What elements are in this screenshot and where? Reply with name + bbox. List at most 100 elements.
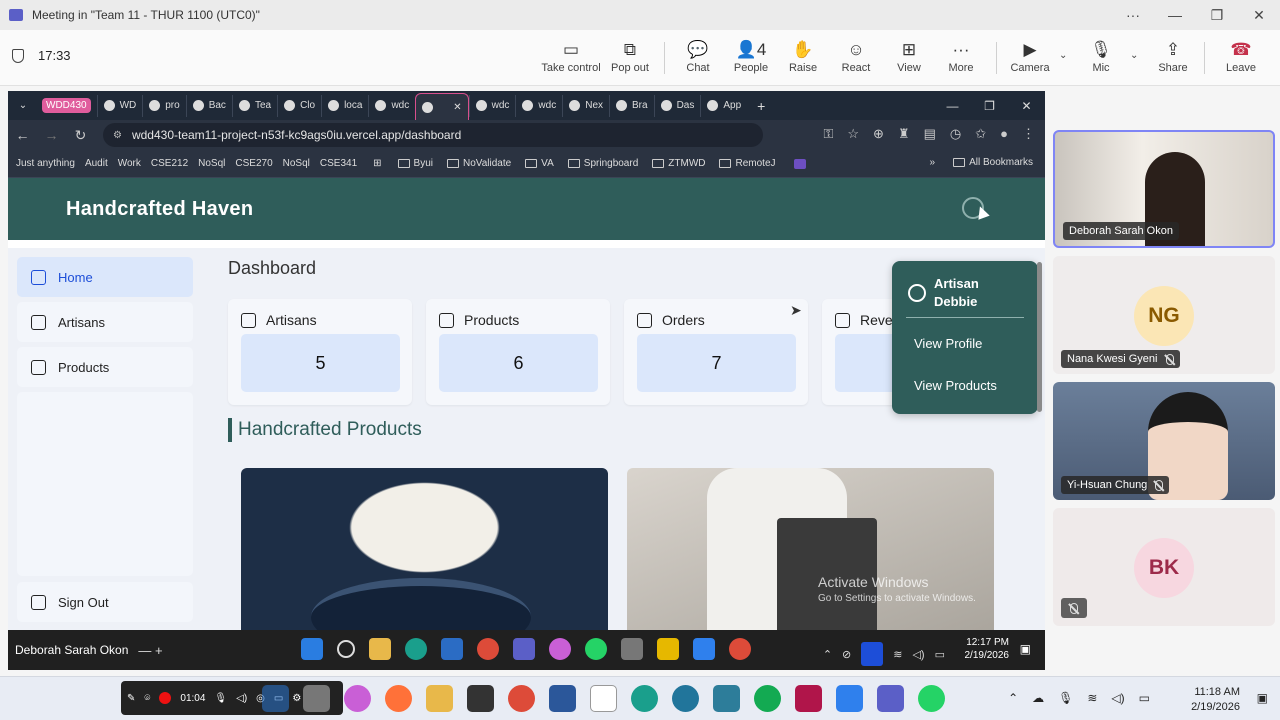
windows-start-icon[interactable] bbox=[262, 685, 289, 712]
edge-icon[interactable] bbox=[631, 685, 658, 712]
bookmark-folder[interactable]: Byui bbox=[397, 158, 433, 169]
browser-tab[interactable]: App bbox=[700, 94, 747, 117]
share-button[interactable]: ⇪ Share bbox=[1143, 38, 1203, 74]
edge-icon[interactable] bbox=[405, 638, 427, 660]
forward-icon[interactable]: → bbox=[37, 127, 66, 143]
notification-icon[interactable]: ▣ bbox=[1257, 691, 1268, 705]
cloud-icon[interactable]: ☁ bbox=[1032, 691, 1044, 705]
browser-minimize-icon[interactable]: — bbox=[934, 91, 971, 120]
app-yellow-icon[interactable] bbox=[657, 638, 679, 660]
stat-card-orders[interactable]: Orders 7 bbox=[624, 299, 808, 405]
browser-tab[interactable]: Nex bbox=[562, 94, 609, 117]
bookmark-folder[interactable]: RemoteJ bbox=[719, 158, 776, 169]
view-button[interactable]: ⊞ View bbox=[879, 38, 939, 74]
browser-tab[interactable]: Bra bbox=[609, 94, 654, 117]
chrome-icon[interactable] bbox=[508, 685, 535, 712]
sidebar-item-artisans[interactable]: Artisans bbox=[17, 302, 193, 342]
vscode-icon[interactable] bbox=[836, 685, 863, 712]
camera-button[interactable]: ▶ Camera bbox=[1000, 38, 1060, 74]
tab-group-chip[interactable]: WDD430 bbox=[42, 98, 91, 113]
file-explorer-icon[interactable] bbox=[369, 638, 391, 660]
participant-tile-yi-hsuan[interactable]: Yi-Hsuan Chung bbox=[1053, 382, 1275, 500]
browser-tab[interactable]: WD bbox=[96, 94, 143, 117]
browser-restore-icon[interactable]: ❐ bbox=[971, 91, 1008, 120]
mic-button[interactable]: 🎙 Mic bbox=[1071, 38, 1131, 74]
browser-tab[interactable]: wdc bbox=[368, 94, 415, 117]
firefox-icon[interactable] bbox=[385, 685, 412, 712]
take-control-button[interactable]: ▭ Take control bbox=[541, 38, 601, 74]
volume-icon[interactable]: ◁) bbox=[912, 648, 924, 661]
chrome-active-icon[interactable] bbox=[729, 638, 751, 660]
bookmark-item[interactable]: Just anything bbox=[16, 158, 75, 169]
camera-snapshot-icon[interactable]: ⌾ bbox=[144, 693, 150, 704]
battery-icon[interactable]: ▭ bbox=[1139, 691, 1150, 705]
wifi-icon[interactable]: ≋ bbox=[893, 648, 902, 661]
bookmark-folder[interactable]: NoValidate bbox=[446, 158, 511, 169]
bookmark-star-icon[interactable]: ☆ bbox=[847, 126, 859, 142]
word-icon[interactable] bbox=[549, 685, 576, 712]
browser-tab[interactable]: Bac bbox=[185, 94, 232, 117]
bookmark-item[interactable]: NoSql bbox=[198, 158, 225, 169]
page-scrollbar[interactable] bbox=[1037, 248, 1043, 630]
teams-icon[interactable] bbox=[877, 685, 904, 712]
mongodb-icon[interactable] bbox=[754, 685, 781, 712]
stat-card-artisans[interactable]: Artisans 5 bbox=[228, 299, 412, 405]
more-options-icon[interactable]: ··· bbox=[1112, 0, 1154, 30]
participant-tile-nana[interactable]: NG Nana Kwesi Gyeni bbox=[1053, 256, 1275, 374]
tray-chevron-icon[interactable]: ⌃ bbox=[1008, 691, 1018, 705]
search-icon[interactable] bbox=[337, 640, 355, 658]
participant-tile-bk[interactable]: BK bbox=[1053, 508, 1275, 626]
pen-icon[interactable]: ✎ bbox=[127, 693, 135, 704]
reload-icon[interactable]: ↻ bbox=[66, 127, 95, 144]
browser-tab[interactable]: pro bbox=[142, 94, 185, 117]
tab-search-chevron-icon[interactable]: ⌄ bbox=[12, 100, 34, 111]
bookmark-item[interactable]: Work bbox=[118, 158, 141, 169]
windows-start-icon[interactable] bbox=[301, 638, 323, 660]
host-clock[interactable]: 11:18 AM 2/19/2026 bbox=[1191, 685, 1240, 715]
view-profile-link[interactable]: View Profile bbox=[914, 336, 982, 351]
whatsapp-icon[interactable] bbox=[585, 638, 607, 660]
file-explorer-icon[interactable] bbox=[426, 685, 453, 712]
copilot-icon[interactable] bbox=[344, 685, 371, 712]
tray-chevron-icon[interactable]: ⌃ bbox=[823, 648, 832, 661]
browser-tab[interactable]: Das bbox=[653, 94, 701, 117]
new-tab-icon[interactable]: + bbox=[757, 98, 765, 114]
leave-button[interactable]: ☎ Leave bbox=[1211, 38, 1271, 74]
bookmark-item[interactable]: NoSql bbox=[283, 158, 310, 169]
people-button[interactable]: 👤4 People bbox=[721, 38, 781, 74]
url-field[interactable]: ⚙ wdd430-team11-project-n53f-kc9ags0iu.v… bbox=[103, 123, 763, 147]
view-products-link[interactable]: View Products bbox=[914, 378, 997, 393]
product-image-tote-bag[interactable] bbox=[627, 468, 994, 638]
tab-close-icon[interactable]: ✕ bbox=[453, 102, 461, 113]
volume-icon[interactable]: ◁) bbox=[1111, 691, 1124, 705]
font-app-icon[interactable] bbox=[590, 685, 617, 712]
favorites-icon[interactable]: ✩ bbox=[975, 126, 986, 142]
sign-out-button[interactable]: Sign Out bbox=[17, 582, 193, 622]
bookmark-folder[interactable]: Springboard bbox=[567, 158, 638, 169]
product-image-bowl[interactable] bbox=[241, 468, 608, 638]
store-icon[interactable] bbox=[621, 638, 643, 660]
minimize-icon[interactable]: — bbox=[1154, 0, 1196, 30]
history-icon[interactable]: ◷ bbox=[950, 126, 961, 142]
camera-off-tray-icon[interactable]: ⊘ bbox=[842, 648, 851, 661]
mic-active-icon[interactable] bbox=[861, 642, 884, 666]
bookmarks-overflow-icon[interactable]: » bbox=[930, 157, 936, 168]
raise-button[interactable]: ✋ Raise bbox=[773, 38, 833, 74]
browser-tab[interactable]: ✕ bbox=[415, 93, 469, 120]
calendar-icon[interactable] bbox=[467, 685, 494, 712]
wordpress-icon[interactable] bbox=[672, 685, 699, 712]
incognito-icon[interactable]: ♜ bbox=[898, 126, 910, 142]
sidebar-item-home[interactable]: Home bbox=[17, 257, 193, 297]
mic-options-chevron-icon[interactable]: ⌄ bbox=[1130, 50, 1138, 61]
notification-icon[interactable]: ▣ bbox=[1020, 642, 1031, 656]
outlook-icon[interactable] bbox=[441, 638, 463, 660]
bookmark-item[interactable]: Audit bbox=[85, 158, 108, 169]
react-button[interactable]: ☺ React bbox=[826, 38, 886, 74]
browser-close-icon[interactable]: ✕ bbox=[1008, 91, 1045, 120]
browser-tab[interactable]: wdc bbox=[515, 94, 562, 117]
browser-menu-icon[interactable]: ⋮ bbox=[1022, 126, 1035, 142]
back-icon[interactable]: ← bbox=[8, 127, 37, 143]
record-icon[interactable] bbox=[159, 692, 172, 704]
bookmark-folder[interactable]: ZTMWD bbox=[652, 158, 705, 169]
copilot-icon[interactable] bbox=[549, 638, 571, 660]
